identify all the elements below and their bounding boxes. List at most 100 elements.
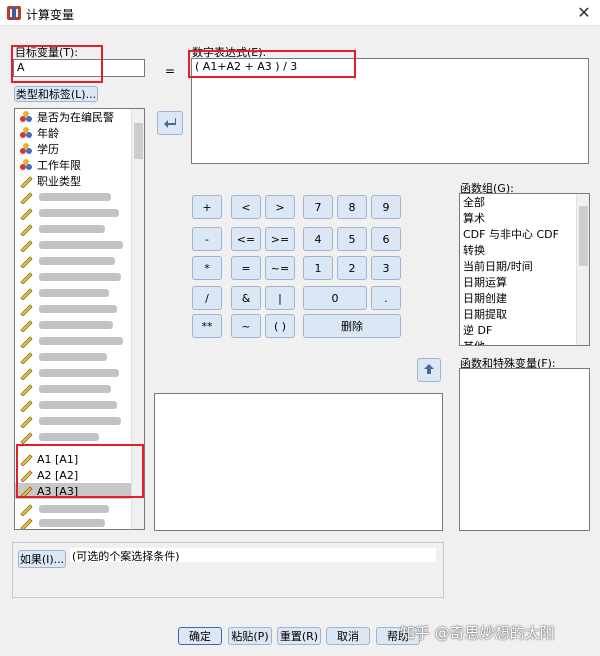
scale-icon xyxy=(19,254,33,269)
type-and-label-button[interactable]: 类型和标签(L)... xyxy=(14,86,98,102)
keypad-not-button[interactable]: ~ xyxy=(231,314,261,338)
keypad-6-button[interactable]: 6 xyxy=(371,227,401,251)
if-button[interactable]: 如果(I)... xyxy=(18,550,66,568)
close-button[interactable]: ✕ xyxy=(574,3,594,23)
condition-text: (可选的个案选择条件) xyxy=(70,548,436,563)
keypad-divide-button[interactable]: / xyxy=(192,286,222,310)
scale-icon xyxy=(19,238,33,253)
keypad-power-button[interactable]: ** xyxy=(192,314,222,338)
keypad-or-button[interactable]: | xyxy=(265,286,295,310)
scrollbar-thumb[interactable] xyxy=(579,206,588,266)
keypad-5-button[interactable]: 5 xyxy=(337,227,367,251)
blurred-list-item[interactable] xyxy=(19,189,111,205)
scale-icon xyxy=(19,222,33,237)
list-item[interactable]: 全部 xyxy=(463,195,485,211)
keypad-greater-than-button[interactable]: > xyxy=(265,195,295,219)
scrollbar-thumb[interactable] xyxy=(134,123,143,159)
blurred-list-item[interactable] xyxy=(19,397,117,413)
move-function-up-button[interactable] xyxy=(417,358,441,382)
scale-icon xyxy=(19,414,33,429)
list-item[interactable]: 工作年限 xyxy=(19,157,81,173)
scale-icon xyxy=(19,334,33,349)
blurred-list-item[interactable] xyxy=(19,349,107,365)
keypad-less-than-button[interactable]: < xyxy=(231,195,261,219)
scale-icon xyxy=(19,318,33,333)
keypad-less-equal-button[interactable]: <= xyxy=(231,227,261,251)
keypad-7-button[interactable]: 7 xyxy=(303,195,333,219)
watermark: 知乎 @奇思妙想的太阳 xyxy=(400,624,555,642)
arrow-left-icon xyxy=(163,115,177,132)
list-item[interactable]: 算术 xyxy=(463,211,485,227)
blurred-list-item[interactable] xyxy=(19,205,119,221)
blurred-list-item[interactable] xyxy=(19,317,113,333)
list-item[interactable]: 年龄 xyxy=(19,125,59,141)
keypad-4-button[interactable]: 4 xyxy=(303,227,333,251)
keypad-and-button[interactable]: & xyxy=(231,286,261,310)
blurred-list-item[interactable] xyxy=(19,221,105,237)
keypad-equals-button[interactable]: = xyxy=(231,256,261,280)
list-item[interactable]: 日期提取 xyxy=(463,307,507,323)
move-to-expression-button[interactable] xyxy=(157,111,183,135)
keypad-plus-button[interactable]: + xyxy=(192,195,222,219)
blurred-list-item[interactable] xyxy=(19,413,121,429)
title-bar: 计算变量 ✕ xyxy=(0,0,600,26)
spss-app-icon xyxy=(6,5,22,21)
blurred-list-item[interactable] xyxy=(19,285,109,301)
blurred-list-item[interactable] xyxy=(19,429,99,445)
blurred-list-item[interactable] xyxy=(19,253,115,269)
keypad-greater-equal-button[interactable]: >= xyxy=(265,227,295,251)
reset-button[interactable]: 重置(R) xyxy=(277,627,321,645)
scale-icon xyxy=(19,270,33,285)
nominal-icon xyxy=(19,126,33,140)
keypad-not-equal-button[interactable]: ~= xyxy=(265,256,295,280)
keypad-0-button[interactable]: 0 xyxy=(303,286,367,310)
paste-button[interactable]: 粘贴(P) xyxy=(228,627,272,645)
function-description-box xyxy=(154,393,443,531)
scale-icon xyxy=(19,302,33,317)
keypad-8-button[interactable]: 8 xyxy=(337,195,367,219)
scale-icon xyxy=(19,206,33,221)
list-item[interactable]: 当前日期/时间 xyxy=(463,259,533,275)
list-item[interactable]: 日期运算 xyxy=(463,275,507,291)
blurred-list-item[interactable] xyxy=(19,515,105,529)
list-item[interactable]: 逆 DF xyxy=(463,323,492,339)
list-item[interactable]: 学历 xyxy=(19,141,59,157)
blurred-list-item[interactable] xyxy=(19,301,117,317)
ok-button[interactable]: 确定 xyxy=(178,627,222,645)
cancel-button[interactable]: 取消 xyxy=(326,627,370,645)
keypad-multiply-button[interactable]: * xyxy=(192,256,222,280)
keypad-1-button[interactable]: 1 xyxy=(303,256,333,280)
scale-icon xyxy=(19,398,33,413)
nominal-icon xyxy=(19,142,33,156)
list-item[interactable]: 其他 xyxy=(463,339,485,345)
keypad-minus-button[interactable]: - xyxy=(192,227,222,251)
scale-icon xyxy=(19,286,33,301)
keypad-delete-button[interactable]: 删除 xyxy=(303,314,401,338)
keypad-decimal-button[interactable]: . xyxy=(371,286,401,310)
keypad-2-button[interactable]: 2 xyxy=(337,256,367,280)
scale-icon xyxy=(19,430,33,445)
blurred-list-item[interactable] xyxy=(19,237,123,253)
scale-icon xyxy=(19,190,33,205)
list-item[interactable]: 职业类型 xyxy=(19,173,81,189)
scale-icon xyxy=(19,174,33,189)
function-group-scrollbar[interactable] xyxy=(576,194,589,345)
equals-sign: = xyxy=(165,64,176,78)
keypad-parentheses-button[interactable]: ( ) xyxy=(265,314,295,338)
scale-icon xyxy=(19,366,33,381)
keypad-3-button[interactable]: 3 xyxy=(371,256,401,280)
function-group-list[interactable]: 全部 算术 CDF 与非中心 CDF 转换 当前日期/时间 日期运算 日期创建 … xyxy=(459,193,590,346)
list-item[interactable]: 是否为在编民警 xyxy=(19,109,114,125)
blurred-list-item[interactable] xyxy=(19,365,119,381)
scale-icon xyxy=(19,516,33,529)
blurred-list-item[interactable] xyxy=(19,381,111,397)
blurred-list-item[interactable] xyxy=(19,333,123,349)
scale-icon xyxy=(19,382,33,397)
blurred-list-item[interactable] xyxy=(19,269,121,285)
list-item[interactable]: CDF 与非中心 CDF xyxy=(463,227,559,243)
arrow-up-icon xyxy=(423,363,435,378)
functions-list[interactable] xyxy=(459,368,590,531)
keypad-9-button[interactable]: 9 xyxy=(371,195,401,219)
list-item[interactable]: 转换 xyxy=(463,243,485,259)
list-item[interactable]: 日期创建 xyxy=(463,291,507,307)
